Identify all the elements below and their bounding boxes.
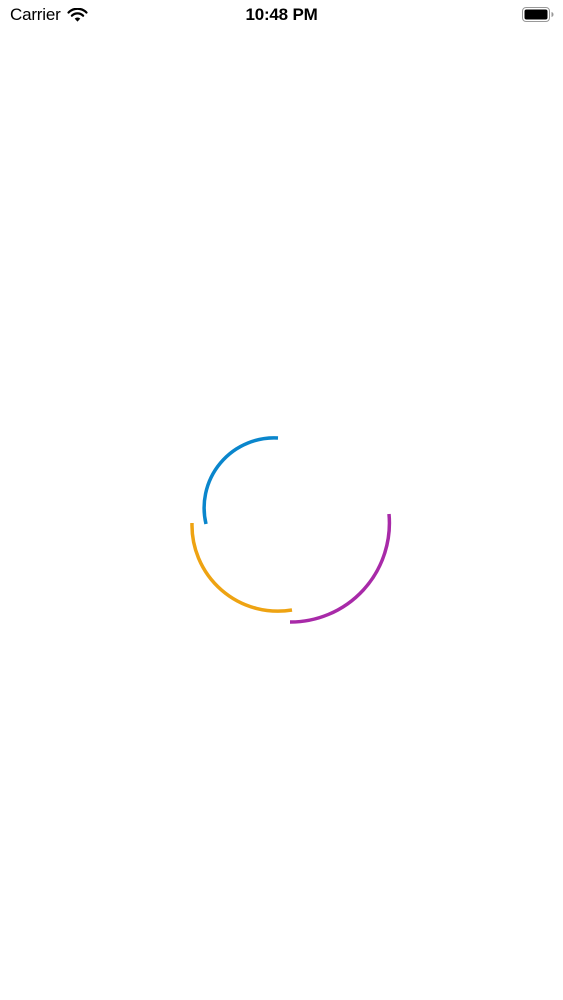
loading-spinner	[190, 436, 392, 624]
status-bar: Carrier 10:48 PM	[0, 0, 563, 30]
status-time: 10:48 PM	[245, 5, 318, 24]
spinner-arc-orange	[190, 522, 293, 613]
spinner-arc-blue	[202, 436, 279, 525]
spinner-arc-magenta	[289, 513, 392, 624]
battery-icon	[522, 7, 554, 22]
